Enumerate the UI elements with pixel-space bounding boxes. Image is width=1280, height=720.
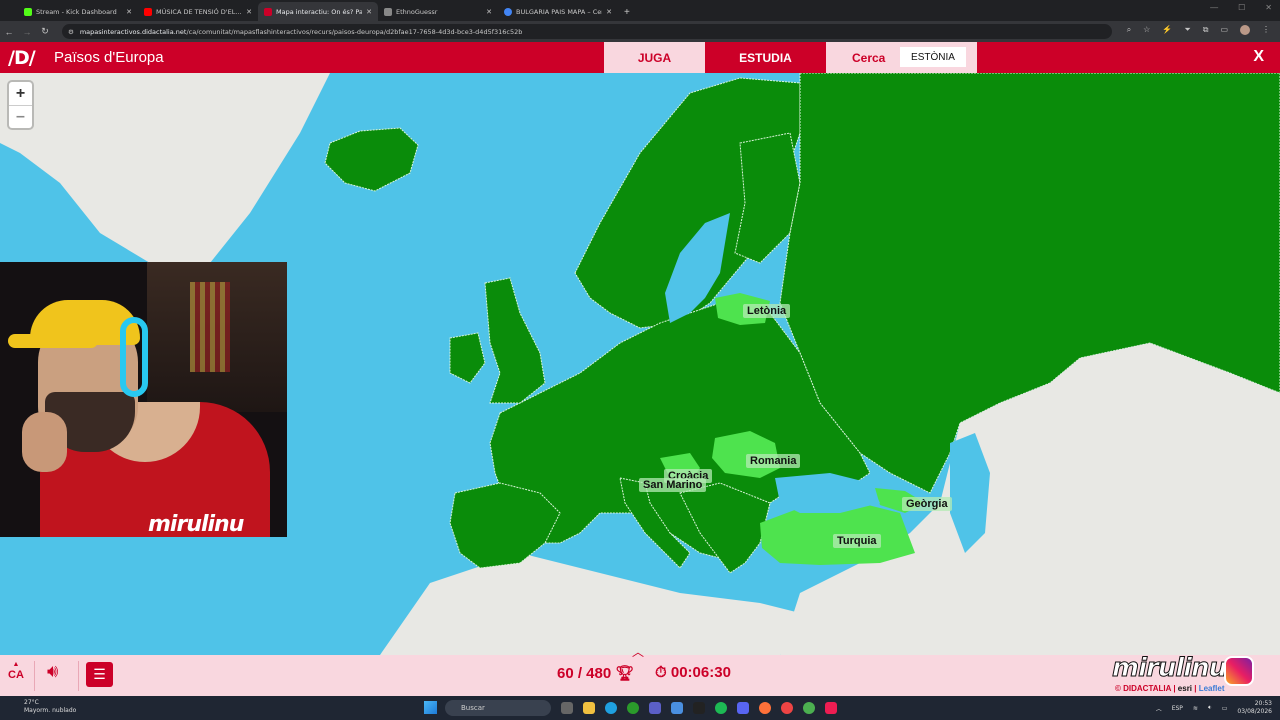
ethnoguessr-icon — [384, 7, 392, 16]
country-label-georgia: Geòrgia — [902, 497, 952, 511]
chrome-alt-icon[interactable] — [803, 702, 815, 714]
timer-display: ⏱︎ 00:06:30 — [655, 664, 731, 681]
back-icon[interactable]: ← — [0, 27, 18, 37]
ireland — [449, 332, 486, 384]
close-tab-icon[interactable]: ✕ — [486, 8, 492, 16]
close-tab-icon[interactable]: ✕ — [126, 8, 132, 16]
tiktok-live-icon[interactable] — [825, 702, 837, 714]
caret-up-icon: ▲ — [12, 661, 20, 668]
address-bar: ← → ↻ ⚙ mapasinteractivos.didactalia.net… — [0, 21, 1280, 42]
store-icon[interactable] — [671, 702, 683, 714]
filter-icon[interactable]: ⏷ — [1184, 25, 1190, 35]
close-tab-icon[interactable]: ✕ — [606, 8, 612, 16]
reload-icon[interactable]: ↻ — [36, 26, 54, 37]
tray-chevron-icon[interactable]: ︿ — [1156, 704, 1162, 713]
youtube-icon — [144, 7, 152, 16]
menu-icon[interactable]: ⋮ — [1262, 25, 1270, 35]
chrome-icon[interactable] — [781, 702, 793, 714]
kick-icon — [24, 7, 32, 16]
zoom-out-button[interactable]: – — [9, 105, 32, 128]
speaker-icon[interactable]: 🔊︎ — [47, 661, 58, 682]
extensions-puzzle-icon[interactable]: ⧉ — [1203, 25, 1209, 35]
minimize-icon[interactable]: — — [1210, 3, 1218, 12]
great-britain — [484, 277, 546, 404]
forward-icon[interactable]: → — [18, 27, 36, 37]
input-language[interactable]: ESP — [1172, 705, 1183, 712]
taskbar-search[interactable]: Buscar — [445, 700, 551, 716]
extension-icon[interactable]: ⚡ — [1162, 25, 1172, 35]
didactalia-icon — [264, 7, 272, 16]
close-tab-icon[interactable]: ✕ — [366, 8, 372, 16]
profile-avatar[interactable] — [1240, 25, 1250, 35]
headset — [120, 317, 148, 397]
message-icon[interactable]: ☰ — [86, 662, 113, 687]
country-label-san-marino: San Marino — [639, 478, 707, 492]
iceland — [324, 127, 419, 192]
browser-tab[interactable]: Stream - Kick Dashboard ✕ — [18, 2, 138, 21]
language-button[interactable]: ▲ CA — [8, 661, 24, 681]
study-button[interactable]: ESTUDIA — [705, 42, 826, 73]
bottom-bar: ︿ ▲ CA 🔊︎ ☰ 60 / 480 🏆︎ ⏱︎ 00:06:30 miru… — [0, 645, 1280, 696]
file-explorer-icon[interactable] — [583, 702, 595, 714]
maximize-icon[interactable]: ☐ — [1238, 3, 1245, 12]
play-button[interactable]: JUGA — [604, 42, 705, 73]
spotify-icon[interactable] — [715, 702, 727, 714]
browser-toolbar-icons: ⌕ ☆ ⚡ ⏷ ⧉ ▭ ⋮ — [1127, 25, 1270, 35]
streamer-name-overlay: mirulinu — [148, 512, 244, 537]
webcam-overlay: mirulinu — [0, 262, 287, 537]
country-label-turkey: Turquia — [833, 534, 881, 548]
country-label-latvia: Letònia — [743, 304, 791, 318]
window-controls: — ☐ ✕ — [1210, 3, 1272, 12]
browser-tab[interactable]: EthnoGuessr ✕ — [378, 2, 498, 21]
new-tab-button[interactable]: + — [618, 7, 636, 21]
battery-icon[interactable]: ▭ — [1222, 705, 1228, 712]
windows-taskbar: 27°C Mayorm. nublado Buscar ︿ ESP ≋ 🔉︎ ▭… — [0, 696, 1280, 720]
tiktok-icon[interactable] — [693, 702, 705, 714]
didactalia-logo[interactable]: /D/ — [8, 47, 36, 69]
zoom-icon[interactable]: ⌕ — [1127, 25, 1131, 35]
discord-icon[interactable] — [737, 702, 749, 714]
streamer-brand-watermark: mirulinu — [1111, 653, 1227, 684]
close-button[interactable]: X — [1253, 48, 1264, 66]
score-display: 60 / 480 🏆︎ — [557, 665, 635, 682]
volume-icon[interactable]: 🔉︎ — [1208, 704, 1212, 712]
task-view-icon[interactable] — [561, 702, 573, 714]
browser-tabbar: Stream - Kick Dashboard ✕ MÚSICA DE TENSI… — [0, 0, 1280, 21]
clock[interactable]: 20:53 03/08/2026 — [1237, 700, 1272, 716]
url-field[interactable]: ⚙ mapasinteractivos.didactalia.net/ca/co… — [62, 24, 1112, 39]
taskbar-apps — [561, 702, 837, 714]
zoom-control: + – — [9, 82, 32, 128]
app-header: /D/ Països d'Europa JUGA ESTUDIA Cerca E… — [0, 42, 1280, 73]
stopwatch-icon: ⏱︎ — [655, 664, 667, 681]
instagram-icon — [1224, 656, 1254, 686]
page-title: Països d'Europa — [54, 49, 164, 66]
trophy-icon: 🏆︎ — [615, 665, 635, 682]
teams-icon[interactable] — [649, 702, 661, 714]
find-label: Cerca — [852, 51, 886, 65]
close-window-icon[interactable]: ✕ — [1265, 3, 1272, 12]
target-country: ESTÒNIA — [900, 47, 966, 67]
browser-tab[interactable]: BULGARIA PAIS MAPA – Cerca...✕ — [498, 2, 618, 21]
country-label-romania: Romania — [746, 454, 801, 468]
browser-tab[interactable]: MÚSICA DE TENSIÓ D'EL... ✕ — [138, 2, 258, 21]
close-tab-icon[interactable]: ✕ — [246, 8, 252, 16]
firefox-icon[interactable] — [759, 702, 771, 714]
system-tray: ︿ ESP ≋ 🔉︎ ▭ 20:53 03/08/2026 — [1156, 700, 1272, 716]
bookmark-star-icon[interactable]: ☆ — [1143, 25, 1150, 35]
map-credits: © DIDACTALIA | esri | Leaflet — [1115, 684, 1225, 693]
xbox-icon[interactable] — [627, 702, 639, 714]
find-mode-panel: Cerca ESTÒNIA — [826, 42, 977, 73]
sidebar-icon[interactable]: ▭ — [1220, 25, 1228, 35]
edge-icon[interactable] — [605, 702, 617, 714]
windows-start-icon[interactable] — [424, 701, 437, 714]
google-icon — [504, 7, 512, 16]
site-info-icon[interactable]: ⚙ — [68, 28, 74, 36]
zoom-in-button[interactable]: + — [9, 82, 32, 105]
greenland-landmass — [0, 73, 330, 263]
browser-tab-active[interactable]: Mapa interactiu: On és? Països...✕ — [258, 2, 378, 21]
wifi-icon[interactable]: ≋ — [1193, 705, 1198, 712]
weather-widget[interactable]: 27°C Mayorm. nublado — [24, 699, 76, 715]
chevron-up-icon[interactable]: ︿ — [632, 643, 644, 660]
